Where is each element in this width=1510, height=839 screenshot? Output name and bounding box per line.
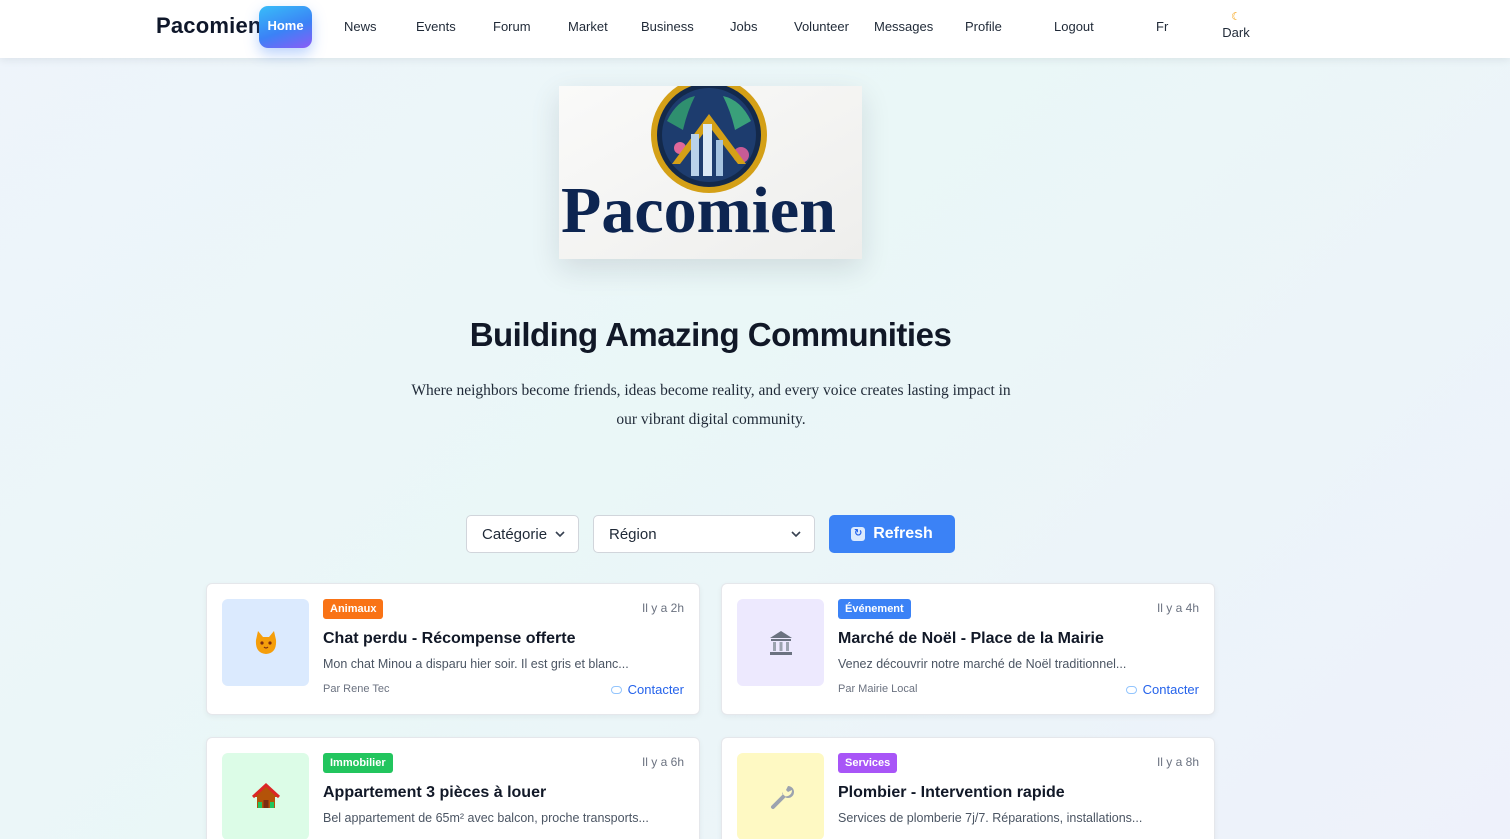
chat-bubble-icon: [610, 685, 622, 694]
category-select-value: Catégorie: [482, 525, 548, 543]
post-author: Par Mairie Local: [838, 683, 918, 695]
post-title[interactable]: Marché de Noël - Place de la Mairie: [838, 630, 1104, 648]
post-card[interactable]: Animaux Il y a 2h Chat perdu - Récompens…: [206, 583, 700, 715]
nav-messages[interactable]: Messages: [874, 19, 933, 34]
post-thumbnail: [737, 599, 824, 686]
refresh-icon: ↻: [851, 527, 866, 541]
post-author: Par Rene Tec: [323, 683, 390, 695]
post-thumbnail: [737, 753, 824, 839]
contact-label: Contacter: [627, 682, 684, 697]
wrench-icon: [770, 785, 794, 809]
nav-home[interactable]: Home: [259, 6, 312, 48]
nav-profile[interactable]: Profile: [965, 19, 1002, 34]
house-icon: [251, 782, 280, 808]
post-description: Mon chat Minou a disparu hier soir. Il e…: [323, 657, 629, 671]
chevron-down-icon: [791, 531, 801, 538]
nav-jobs[interactable]: Jobs: [730, 19, 757, 34]
post-title[interactable]: Chat perdu - Récompense offerte: [323, 630, 575, 648]
region-select-value: Région: [609, 525, 657, 543]
post-title[interactable]: Plombier - Intervention rapide: [838, 784, 1065, 802]
post-card[interactable]: Immobilier Il y a 6h Appartement 3 pièce…: [206, 737, 700, 839]
hero-logo-image: Pacomien: [559, 86, 862, 259]
post-title[interactable]: Appartement 3 pièces à louer: [323, 784, 546, 802]
contact-button[interactable]: Contacter: [1125, 682, 1199, 697]
region-select[interactable]: Région: [593, 515, 815, 553]
post-time: Il y a 4h: [1156, 601, 1199, 615]
post-time: Il y a 2h: [641, 601, 684, 615]
refresh-label: Refresh: [873, 525, 933, 542]
post-description: Venez découvrir notre marché de Noël tra…: [838, 657, 1127, 671]
hero-subtitle: Where neighbors become friends, ideas be…: [411, 382, 1011, 428]
post-card[interactable]: Événement Il y a 4h Marché de Noël - Pla…: [721, 583, 1215, 715]
nav-logout[interactable]: Logout: [1054, 19, 1094, 34]
post-card[interactable]: Services Il y a 8h Plombier - Interventi…: [721, 737, 1215, 839]
chat-bubble-icon: [1125, 685, 1137, 694]
refresh-button[interactable]: ↻ Refresh: [829, 515, 955, 553]
nav-events[interactable]: Events: [416, 19, 456, 34]
category-select[interactable]: Catégorie: [466, 515, 579, 553]
category-badge: Événement: [838, 599, 911, 619]
nav-volunteer[interactable]: Volunteer: [794, 19, 849, 34]
nav-market[interactable]: Market: [568, 19, 608, 34]
category-badge: Animaux: [323, 599, 384, 619]
contact-label: Contacter: [1142, 682, 1199, 697]
logo-wordmark: Pacomien: [561, 174, 836, 247]
moon-icon: ☾: [1231, 11, 1241, 23]
nav-forum[interactable]: Forum: [493, 19, 531, 34]
chevron-down-icon: [555, 531, 565, 538]
hero-title: Building Amazing Communities: [469, 316, 952, 353]
building-icon: [769, 630, 792, 655]
top-navbar: Pacomien Home News Events Forum Market B…: [0, 0, 1510, 58]
nav-business[interactable]: Business: [641, 19, 694, 34]
contact-button[interactable]: Contacter: [610, 682, 684, 697]
dark-mode-label: Dark: [1222, 25, 1250, 40]
post-thumbnail: [222, 599, 309, 686]
category-badge: Services: [838, 753, 898, 773]
nav-news[interactable]: News: [344, 19, 377, 34]
post-description: Services de plomberie 7j/7. Réparations,…: [838, 811, 1143, 825]
post-description: Bel appartement de 65m² avec balcon, pro…: [323, 811, 649, 825]
cat-icon: [255, 630, 276, 654]
language-toggle[interactable]: Fr: [1156, 19, 1168, 34]
post-thumbnail: [222, 753, 309, 839]
brand-name[interactable]: Pacomien: [156, 13, 262, 39]
category-badge: Immobilier: [323, 753, 393, 773]
dark-mode-toggle[interactable]: ☾ Dark: [1216, 10, 1256, 40]
post-time: Il y a 8h: [1156, 755, 1199, 769]
post-time: Il y a 6h: [641, 755, 684, 769]
